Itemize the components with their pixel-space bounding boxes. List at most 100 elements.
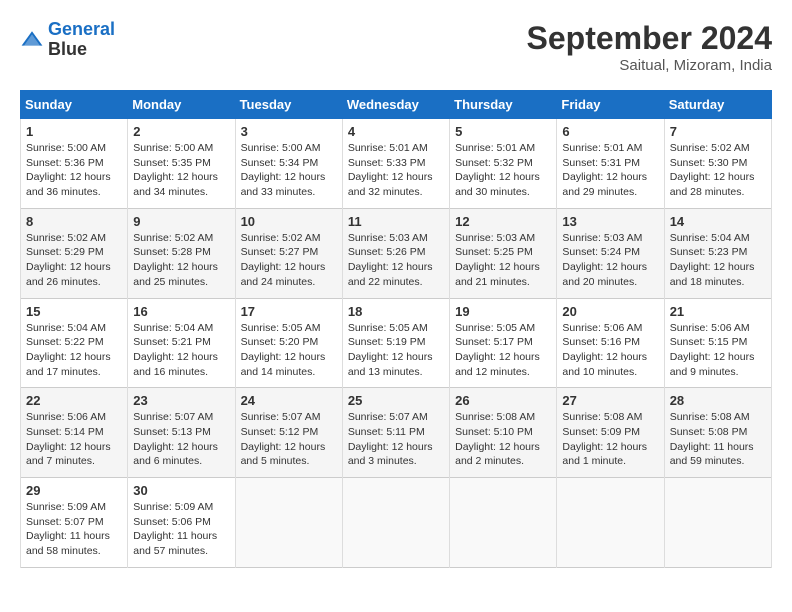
day-info: Sunrise: 5:00 AMSunset: 5:36 PMDaylight:… <box>26 141 122 200</box>
day-number: 8 <box>26 214 122 229</box>
col-header-thursday: Thursday <box>450 91 557 119</box>
calendar-cell: 28 Sunrise: 5:08 AMSunset: 5:08 PMDayligh… <box>664 388 771 478</box>
calendar-cell: 5 Sunrise: 5:01 AMSunset: 5:32 PMDaylight… <box>450 119 557 209</box>
day-info: Sunrise: 5:02 AMSunset: 5:29 PMDaylight:… <box>26 231 122 290</box>
calendar-cell: 29 Sunrise: 5:09 AMSunset: 5:07 PMDayligh… <box>21 478 128 568</box>
day-number: 20 <box>562 304 658 319</box>
calendar-cell: 13Sunrise: 5:03 AMSunset: 5:24 PMDayligh… <box>557 208 664 298</box>
day-number: 21 <box>670 304 766 319</box>
calendar-cell: 15 Sunrise: 5:04 AMSunset: 5:22 PMDayligh… <box>21 298 128 388</box>
col-header-saturday: Saturday <box>664 91 771 119</box>
calendar-cell: 26Sunrise: 5:08 AMSunset: 5:10 PMDayligh… <box>450 388 557 478</box>
day-info: Sunrise: 5:01 AMSunset: 5:32 PMDaylight:… <box>455 141 551 200</box>
day-number: 18 <box>348 304 444 319</box>
logo-icon <box>20 28 44 52</box>
day-number: 10 <box>241 214 337 229</box>
day-number: 25 <box>348 393 444 408</box>
col-header-wednesday: Wednesday <box>342 91 449 119</box>
calendar-cell: 30 Sunrise: 5:09 AMSunset: 5:06 PMDayligh… <box>128 478 235 568</box>
calendar-cell: 4Sunrise: 5:01 AMSunset: 5:33 PMDaylight… <box>342 119 449 209</box>
day-number: 5 <box>455 124 551 139</box>
day-number: 22 <box>26 393 122 408</box>
week-row-4: 29 Sunrise: 5:09 AMSunset: 5:07 PMDayligh… <box>21 478 772 568</box>
calendar-cell <box>557 478 664 568</box>
col-header-monday: Monday <box>128 91 235 119</box>
calendar-cell: 21Sunrise: 5:06 AMSunset: 5:15 PMDayligh… <box>664 298 771 388</box>
calendar-cell: 3 Sunrise: 5:00 AMSunset: 5:34 PMDaylight… <box>235 119 342 209</box>
calendar-cell: 9 Sunrise: 5:02 AMSunset: 5:28 PMDaylight… <box>128 208 235 298</box>
col-header-tuesday: Tuesday <box>235 91 342 119</box>
calendar-cell: 14Sunrise: 5:04 AMSunset: 5:23 PMDayligh… <box>664 208 771 298</box>
calendar-cell: 8 Sunrise: 5:02 AMSunset: 5:29 PMDaylight… <box>21 208 128 298</box>
day-info: Sunrise: 5:08 AMSunset: 5:08 PMDaylight:… <box>670 410 766 469</box>
calendar-cell: 12 Sunrise: 5:03 AMSunset: 5:25 PMDayligh… <box>450 208 557 298</box>
day-info: Sunrise: 5:03 AMSunset: 5:25 PMDaylight:… <box>455 231 551 290</box>
day-number: 24 <box>241 393 337 408</box>
logo-text: General Blue <box>48 20 115 60</box>
day-info: Sunrise: 5:08 AMSunset: 5:09 PMDaylight:… <box>562 410 658 469</box>
day-info: Sunrise: 5:05 AMSunset: 5:19 PMDaylight:… <box>348 321 444 380</box>
day-number: 7 <box>670 124 766 139</box>
col-header-sunday: Sunday <box>21 91 128 119</box>
day-info: Sunrise: 5:01 AMSunset: 5:33 PMDaylight:… <box>348 141 444 200</box>
day-info: Sunrise: 5:04 AMSunset: 5:23 PMDaylight:… <box>670 231 766 290</box>
month-title: September 2024 <box>527 20 772 57</box>
day-info: Sunrise: 5:04 AMSunset: 5:22 PMDaylight:… <box>26 321 122 380</box>
day-number: 28 <box>670 393 766 408</box>
day-info: Sunrise: 5:00 AMSunset: 5:34 PMDaylight:… <box>241 141 337 200</box>
week-row-3: 22 Sunrise: 5:06 AMSunset: 5:14 PMDayligh… <box>21 388 772 478</box>
day-info: Sunrise: 5:02 AMSunset: 5:27 PMDaylight:… <box>241 231 337 290</box>
day-info: Sunrise: 5:05 AMSunset: 5:17 PMDaylight:… <box>455 321 551 380</box>
day-number: 3 <box>241 124 337 139</box>
calendar-cell: 1Sunrise: 5:00 AMSunset: 5:36 PMDaylight… <box>21 119 128 209</box>
calendar-cell: 23 Sunrise: 5:07 AMSunset: 5:13 PMDayligh… <box>128 388 235 478</box>
logo: General Blue <box>20 20 115 60</box>
day-number: 17 <box>241 304 337 319</box>
day-number: 15 <box>26 304 122 319</box>
day-number: 29 <box>26 483 122 498</box>
day-info: Sunrise: 5:04 AMSunset: 5:21 PMDaylight:… <box>133 321 229 380</box>
day-info: Sunrise: 5:06 AMSunset: 5:16 PMDaylight:… <box>562 321 658 380</box>
calendar-cell: 18 Sunrise: 5:05 AMSunset: 5:19 PMDayligh… <box>342 298 449 388</box>
day-number: 16 <box>133 304 229 319</box>
day-info: Sunrise: 5:07 AMSunset: 5:12 PMDaylight:… <box>241 410 337 469</box>
day-info: Sunrise: 5:02 AMSunset: 5:28 PMDaylight:… <box>133 231 229 290</box>
day-number: 12 <box>455 214 551 229</box>
day-info: Sunrise: 5:03 AMSunset: 5:26 PMDaylight:… <box>348 231 444 290</box>
week-row-0: 1Sunrise: 5:00 AMSunset: 5:36 PMDaylight… <box>21 119 772 209</box>
day-number: 9 <box>133 214 229 229</box>
day-number: 11 <box>348 214 444 229</box>
day-number: 23 <box>133 393 229 408</box>
calendar-cell: 11 Sunrise: 5:03 AMSunset: 5:26 PMDayligh… <box>342 208 449 298</box>
day-info: Sunrise: 5:01 AMSunset: 5:31 PMDaylight:… <box>562 141 658 200</box>
day-info: Sunrise: 5:07 AMSunset: 5:11 PMDaylight:… <box>348 410 444 469</box>
calendar-cell: 6Sunrise: 5:01 AMSunset: 5:31 PMDaylight… <box>557 119 664 209</box>
day-info: Sunrise: 5:02 AMSunset: 5:30 PMDaylight:… <box>670 141 766 200</box>
col-header-friday: Friday <box>557 91 664 119</box>
day-info: Sunrise: 5:06 AMSunset: 5:14 PMDaylight:… <box>26 410 122 469</box>
calendar-cell: 2 Sunrise: 5:00 AMSunset: 5:35 PMDaylight… <box>128 119 235 209</box>
calendar-cell: 7 Sunrise: 5:02 AMSunset: 5:30 PMDaylight… <box>664 119 771 209</box>
day-info: Sunrise: 5:00 AMSunset: 5:35 PMDaylight:… <box>133 141 229 200</box>
day-info: Sunrise: 5:07 AMSunset: 5:13 PMDaylight:… <box>133 410 229 469</box>
day-info: Sunrise: 5:09 AMSunset: 5:06 PMDaylight:… <box>133 500 229 559</box>
calendar-cell: 20 Sunrise: 5:06 AMSunset: 5:16 PMDayligh… <box>557 298 664 388</box>
calendar-cell: 22 Sunrise: 5:06 AMSunset: 5:14 PMDayligh… <box>21 388 128 478</box>
day-number: 2 <box>133 124 229 139</box>
location-subtitle: Saitual, Mizoram, India <box>527 57 772 74</box>
day-info: Sunrise: 5:09 AMSunset: 5:07 PMDaylight:… <box>26 500 122 559</box>
day-info: Sunrise: 5:05 AMSunset: 5:20 PMDaylight:… <box>241 321 337 380</box>
calendar-cell: 16 Sunrise: 5:04 AMSunset: 5:21 PMDayligh… <box>128 298 235 388</box>
calendar-cell: 25 Sunrise: 5:07 AMSunset: 5:11 PMDayligh… <box>342 388 449 478</box>
title-block: September 2024 Saitual, Mizoram, India <box>527 20 772 74</box>
calendar-table: SundayMondayTuesdayWednesdayThursdayFrid… <box>20 90 772 568</box>
day-number: 26 <box>455 393 551 408</box>
calendar-cell: 27Sunrise: 5:08 AMSunset: 5:09 PMDayligh… <box>557 388 664 478</box>
day-number: 13 <box>562 214 658 229</box>
week-row-1: 8 Sunrise: 5:02 AMSunset: 5:29 PMDaylight… <box>21 208 772 298</box>
page-header: General Blue September 2024 Saitual, Miz… <box>20 20 772 74</box>
calendar-cell <box>450 478 557 568</box>
calendar-cell: 17 Sunrise: 5:05 AMSunset: 5:20 PMDayligh… <box>235 298 342 388</box>
calendar-cell <box>235 478 342 568</box>
day-number: 30 <box>133 483 229 498</box>
